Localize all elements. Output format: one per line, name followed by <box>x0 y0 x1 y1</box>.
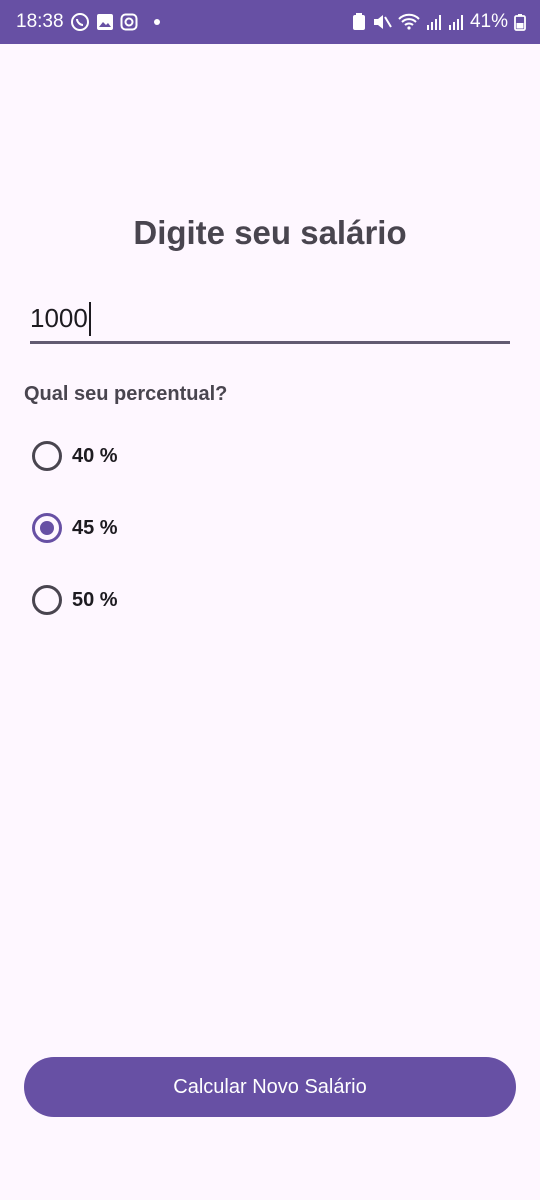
battery-icon <box>514 12 526 32</box>
text-cursor <box>88 301 91 336</box>
mute-icon <box>372 12 392 32</box>
notification-dot <box>153 19 160 25</box>
salary-input[interactable]: 1000 <box>30 296 510 344</box>
whatsapp-icon <box>70 12 90 32</box>
calculate-button-label: Calcular Novo Salário <box>173 1075 367 1098</box>
status-right: 41% <box>352 11 526 33</box>
radio-label: 45 % <box>72 516 118 539</box>
radio-label: 50 % <box>72 588 118 611</box>
signal-icon <box>426 12 442 32</box>
radio-button[interactable] <box>32 441 62 471</box>
radio-option-50[interactable]: 50 % <box>32 580 118 620</box>
signal-icon <box>448 12 464 32</box>
status-time: 18:38 <box>16 11 64 32</box>
instagram-icon <box>120 12 138 32</box>
radio-option-45[interactable]: 45 % <box>32 508 118 548</box>
percent-label: Qual seu percentual? <box>24 383 228 405</box>
app-screen: 18:38 41% Digite seu salário 1000 Qual s… <box>0 0 540 1200</box>
radio-option-40[interactable]: 40 % <box>32 436 118 476</box>
page-title: Digite seu salário <box>133 214 407 251</box>
salary-input-value: 1000 <box>30 303 88 333</box>
radio-button[interactable] <box>32 585 62 615</box>
battery-percent: 41% <box>469 11 508 32</box>
radio-label: 40 % <box>72 444 118 467</box>
status-left: 18:38 <box>16 11 160 33</box>
status-bar: 18:38 41% <box>0 0 540 44</box>
radio-button-selected[interactable] <box>32 513 62 543</box>
battery-saver-icon <box>352 12 366 32</box>
wifi-icon <box>398 12 420 32</box>
calculate-button[interactable]: Calcular Novo Salário <box>24 1057 516 1117</box>
gallery-icon <box>96 12 114 32</box>
